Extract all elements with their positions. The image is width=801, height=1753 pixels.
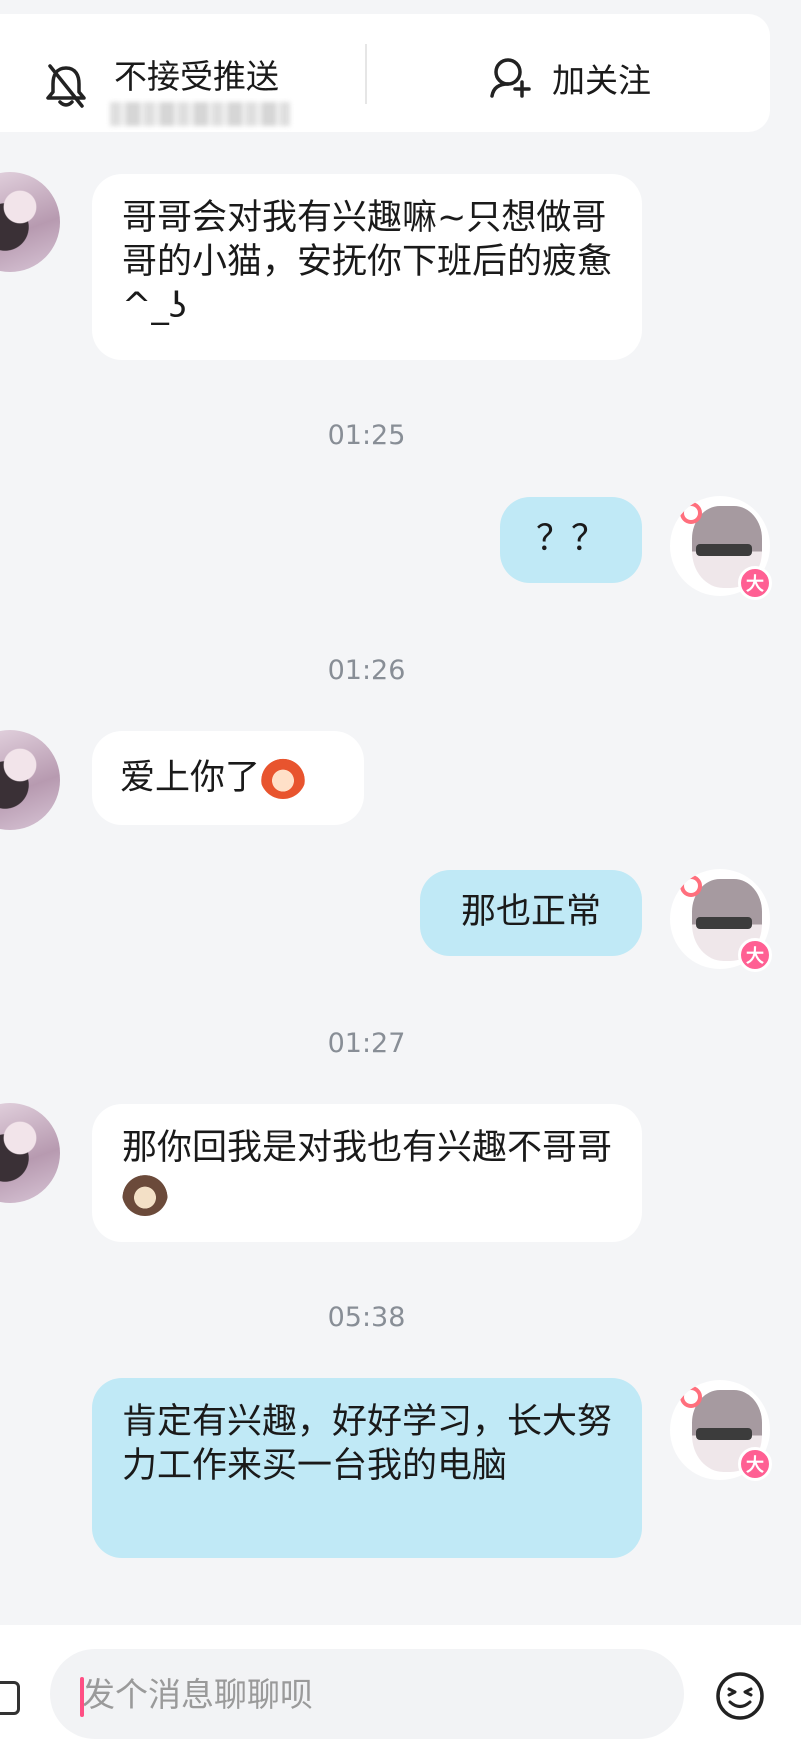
vip-badge: 大 [738, 566, 772, 600]
text-caret [80, 1677, 84, 1717]
avatar-blindfold [696, 544, 752, 556]
bell-off-icon [46, 64, 86, 108]
avatar-swirl [680, 875, 702, 897]
girl-emoji-icon [260, 753, 307, 799]
contact-avatar[interactable] [0, 730, 60, 830]
message-text: 哥哥会对我有兴趣嘛~只想做哥哥的小猫，安抚你下班后的疲惫^_ʖ [122, 198, 613, 326]
timestamp: 01:27 [327, 1028, 406, 1059]
timestamp: 01:25 [327, 420, 406, 451]
contact-avatar[interactable] [0, 1103, 60, 1203]
avatar-swirl [680, 1386, 702, 1408]
message-bubble-incoming[interactable]: 爱上你了 [92, 731, 364, 825]
message-text: 那你回我是对我也有兴趣不哥哥 [122, 1128, 613, 1168]
header-divider [365, 44, 367, 104]
add-user-icon [490, 58, 531, 98]
message-input[interactable] [50, 1649, 684, 1739]
contact-avatar[interactable] [0, 172, 60, 272]
avatar-blindfold [696, 1428, 752, 1440]
message-text: 肯定有兴趣，好好学习，长大努力工作来买一台我的电脑 [122, 1402, 613, 1486]
avatar-blindfold [696, 917, 752, 929]
redacted-subtitle [110, 102, 290, 126]
composer-bar [0, 1625, 801, 1753]
message-bubble-outgoing[interactable]: ？？ [500, 497, 642, 583]
message-bubble-outgoing[interactable]: 那也正常 [420, 870, 642, 956]
vip-badge: 大 [738, 1447, 772, 1481]
message-bubble-outgoing[interactable]: 肯定有兴趣，好好学习，长大努力工作来买一台我的电脑 [92, 1378, 642, 1558]
image-picker-icon[interactable] [0, 1681, 20, 1715]
bunny-emoji-icon [122, 1170, 168, 1216]
message-bubble-incoming[interactable]: 哥哥会对我有兴趣嘛~只想做哥哥的小猫，安抚你下班后的疲惫^_ʖ [92, 174, 642, 360]
message-bubble-incoming[interactable]: 那你回我是对我也有兴趣不哥哥 [92, 1104, 642, 1242]
vip-badge: 大 [738, 938, 772, 972]
follow-button[interactable]: 加关注 [488, 50, 668, 100]
timestamp: 05:38 [327, 1302, 406, 1333]
mute-push-toggle[interactable]: 不接受推送 [44, 32, 344, 126]
emoji-face-icon[interactable] [715, 1671, 765, 1721]
chat-header-bar: 不接受推送 加关注 [0, 14, 770, 132]
message-text: 那也正常 [460, 892, 601, 932]
message-text: ？？ [535, 519, 606, 559]
avatar-swirl [680, 502, 702, 524]
push-label: 不接受推送 [114, 57, 279, 96]
timestamp: 01:26 [327, 655, 406, 686]
message-text: 爱上你了 [120, 758, 261, 798]
follow-label: 加关注 [552, 61, 651, 100]
